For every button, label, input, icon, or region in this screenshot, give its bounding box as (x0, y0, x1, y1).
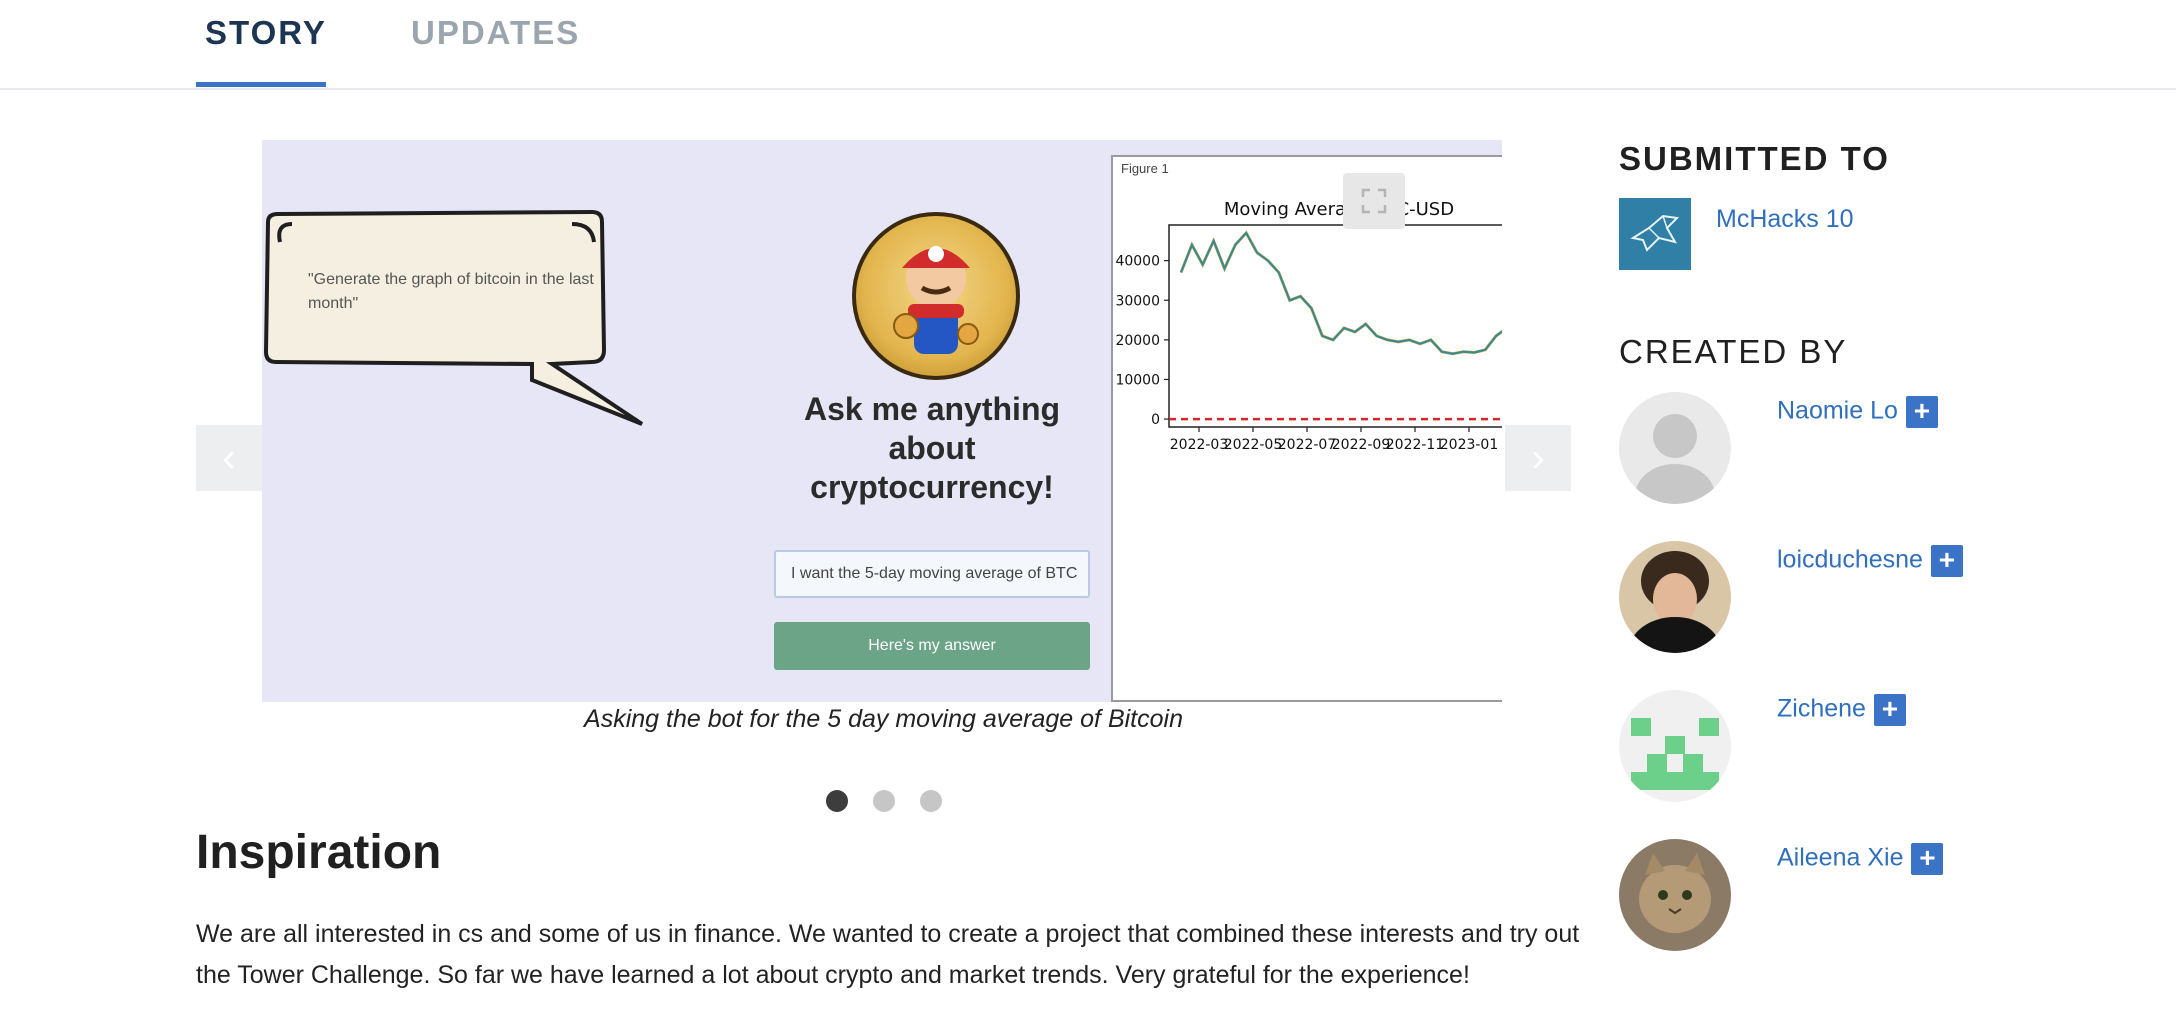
x-tick-label: 2022-05 (1224, 437, 1283, 453)
member-name[interactable]: loicduchesne (1777, 546, 1923, 574)
team-member: Zichene + (1619, 690, 1906, 802)
y-tick-label: 40000 (1115, 254, 1160, 270)
member-name-link[interactable]: loicduchesne + (1777, 545, 1963, 577)
member-name[interactable]: Aileena Xie (1777, 844, 1903, 872)
hackathon-logo[interactable] (1619, 198, 1691, 270)
series-line (1180, 231, 1502, 355)
hackathon-link[interactable]: McHacks 10 (1716, 205, 1854, 234)
member-name[interactable]: Naomie Lo (1777, 397, 1898, 425)
team-member: Naomie Lo + (1619, 392, 1938, 504)
series-line-shadow (1179, 230, 1502, 356)
speech-bubble (263, 209, 644, 426)
carousel-dot-2[interactable] (873, 790, 895, 812)
chevron-left-icon: ‹ (222, 435, 236, 480)
avatar[interactable] (1619, 541, 1731, 653)
bubble-text: "Generate the graph of bitcoin in the la… (308, 271, 594, 312)
avatar[interactable] (1619, 690, 1731, 802)
tab-updates[interactable]: UPDATES (411, 14, 580, 52)
carousel-dot-1[interactable] (826, 790, 848, 812)
ask-title: Ask me anything about cryptocurrency! (803, 391, 1061, 505)
chart-figure-window: Figure 1 Moving Average BTC-USD 0 10000 200… (1111, 155, 1502, 702)
bird-logo-icon (1630, 214, 1680, 252)
member-name-link[interactable]: Aileena Xie + (1777, 843, 1944, 875)
image-carousel: "Generate the graph of bitcoin in the la… (196, 140, 1571, 702)
answer-button: Here's my answer (774, 622, 1090, 670)
avatar[interactable] (1619, 392, 1731, 504)
tab-bar: STORY UPDATES (0, 0, 2176, 90)
x-tick-label: 2022-09 (1332, 437, 1391, 453)
team-member: loicduchesne + (1619, 541, 1963, 653)
submitted-to-heading: SUBMITTED TO (1619, 140, 1890, 177)
member-name-link[interactable]: Zichene + (1777, 694, 1906, 726)
chevron-right-icon: › (1531, 435, 1545, 480)
carousel-dot-3[interactable] (920, 790, 942, 812)
y-tick-label: 0 (1151, 412, 1160, 428)
follow-button[interactable]: + (1911, 843, 1944, 875)
follow-button[interactable]: + (1873, 694, 1906, 726)
carousel-prev-button[interactable]: ‹ (196, 425, 262, 491)
carousel-caption: Asking the bot for the 5 day moving aver… (584, 705, 1183, 733)
question-input: I want the 5-day moving average of BTC (774, 550, 1090, 598)
expand-button[interactable] (1343, 173, 1405, 229)
figure-window-title: Figure 1 (1121, 161, 1169, 176)
y-tick-label: 30000 (1115, 293, 1160, 309)
y-tick-label: 20000 (1115, 333, 1160, 349)
expand-icon (1361, 188, 1387, 214)
created-by-heading: CREATED BY (1619, 333, 1848, 370)
x-tick-label: 2022-11 (1386, 437, 1445, 453)
carousel-slide: "Generate the graph of bitcoin in the la… (262, 140, 1502, 702)
follow-button[interactable]: + (1930, 545, 1963, 577)
section-paragraph: We are all interested in cs and some of … (196, 920, 1580, 989)
active-tab-indicator (196, 82, 326, 87)
section-heading: Inspiration (196, 826, 442, 879)
avatar[interactable] (1619, 839, 1731, 951)
team-member: Aileena Xie + (1619, 839, 1944, 951)
mascot-image (852, 212, 1020, 380)
carousel-next-button[interactable]: › (1505, 425, 1571, 491)
moving-average-chart: Moving Average BTC-USD 0 10000 20000 30000 40… (1115, 199, 1502, 453)
tab-story[interactable]: STORY (205, 14, 327, 52)
x-tick-label: 2022-07 (1278, 437, 1337, 453)
x-tick-label: 2023-01 (1440, 437, 1499, 453)
follow-button[interactable]: + (1905, 396, 1938, 428)
x-tick-label: 2022-03 (1170, 437, 1229, 453)
y-tick-label: 10000 (1115, 372, 1160, 388)
member-name[interactable]: Zichene (1777, 695, 1866, 723)
chart-title: Moving Average BTC-USD (1224, 199, 1454, 220)
member-name-link[interactable]: Naomie Lo + (1777, 396, 1938, 428)
